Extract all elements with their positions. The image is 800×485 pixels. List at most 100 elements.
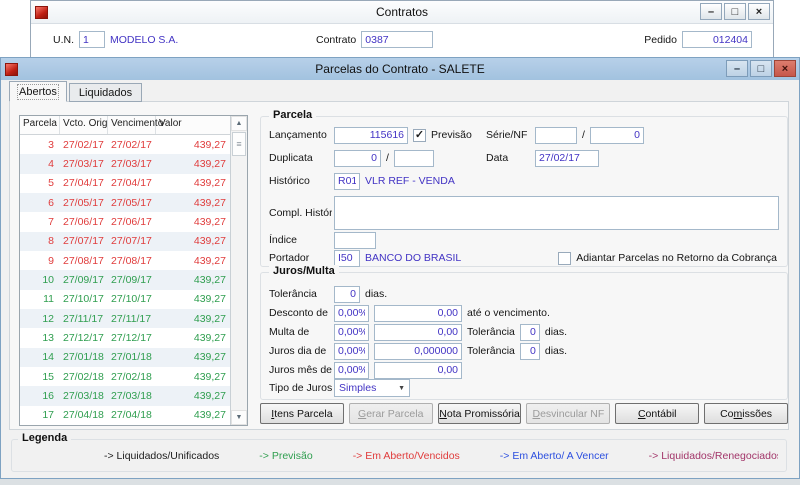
cell-vcto-orig: 27/09/17 (60, 274, 108, 286)
lancamento-input[interactable] (334, 127, 408, 144)
cell-vencimento: 27/06/17 (108, 216, 156, 228)
tipo-juros-select[interactable]: Simples ▼ (334, 379, 410, 397)
multa-tolerancia-input[interactable] (520, 324, 540, 341)
table-row[interactable]: 927/08/1727/08/17439,27 (20, 251, 230, 270)
column-header-3[interactable]: Valor (156, 116, 230, 134)
cell-valor: 439,27 (156, 216, 230, 228)
indice-input[interactable] (334, 232, 376, 249)
cell-parcela: 4 (20, 158, 60, 170)
scroll-down-icon[interactable]: ▼ (231, 410, 247, 425)
duplicata-input-2[interactable] (394, 150, 434, 167)
minimize-icon[interactable]: – (700, 3, 722, 20)
cell-parcela: 10 (20, 274, 60, 286)
table-row[interactable]: 627/05/1727/05/17439,27 (20, 193, 230, 212)
pedido-input[interactable] (682, 31, 752, 48)
multa-pct-input[interactable] (334, 324, 369, 341)
serie-nf-number-input[interactable] (590, 127, 644, 144)
tab-bar: Abertos Liquidados (9, 81, 144, 102)
app-icon (35, 6, 48, 19)
column-header-2[interactable]: Vencimento (108, 116, 156, 134)
scroll-thumb[interactable]: ≡ (232, 132, 246, 156)
contrato-input[interactable] (361, 31, 433, 48)
tab-label: Abertos (19, 86, 57, 98)
scrollbar[interactable]: ▲ ≡ ▼ (230, 116, 247, 425)
table-body: 327/02/1727/02/17439,27427/03/1727/03/17… (20, 135, 230, 425)
table-row[interactable]: 1427/01/1827/01/18439,27 (20, 348, 230, 367)
juros-dia-tolerancia-input[interactable] (520, 343, 540, 360)
itens-parcela-button[interactable]: Itens Parcela (260, 403, 344, 424)
nota-promissoria-button[interactable]: Nota Promissória (438, 403, 522, 424)
cell-vcto-orig: 27/08/17 (60, 255, 108, 267)
table-row[interactable]: 327/02/1727/02/17439,27 (20, 135, 230, 154)
gerar-parcela-button[interactable]: Gerar Parcela (349, 403, 433, 424)
close-icon[interactable]: × (748, 3, 770, 20)
close-icon[interactable]: × (774, 60, 796, 77)
table-row[interactable]: 1127/10/1727/10/17439,27 (20, 290, 230, 309)
cell-vcto-orig: 27/03/17 (60, 158, 108, 170)
scroll-track[interactable] (231, 157, 247, 410)
column-header-1[interactable]: Vcto. Orig (60, 116, 108, 134)
cell-valor: 439,27 (156, 313, 230, 325)
un-input[interactable] (79, 31, 105, 48)
juros-mes-pct-input[interactable] (334, 362, 369, 379)
cell-valor: 439,27 (156, 139, 230, 151)
cell-parcela: 3 (20, 139, 60, 151)
cell-vcto-orig: 27/07/17 (60, 235, 108, 247)
table-row[interactable]: 1527/02/1827/02/18439,27 (20, 367, 230, 386)
legend-item: -> Em Aberto/ A Vencer (500, 450, 609, 462)
parcelas-titlebar[interactable]: Parcelas do Contrato - SALETE – □ × (1, 58, 799, 80)
scroll-up-icon[interactable]: ▲ (231, 116, 247, 131)
contratos-titlebar[interactable]: Contratos – □ × (31, 1, 773, 24)
table-row[interactable]: 427/03/1727/03/17439,27 (20, 154, 230, 173)
table-row[interactable]: 527/04/1727/04/17439,27 (20, 174, 230, 193)
adiantar-checkbox[interactable] (558, 252, 571, 265)
cell-vencimento: 27/02/18 (108, 371, 156, 383)
table-row[interactable]: 1227/11/1727/11/17439,27 (20, 309, 230, 328)
historico-code-input[interactable] (334, 173, 360, 190)
table-row[interactable]: 1727/04/1827/04/18439,27 (20, 406, 230, 425)
cell-parcela: 5 (20, 177, 60, 189)
compl-historico-input[interactable] (334, 196, 779, 230)
maximize-icon[interactable]: □ (750, 60, 772, 77)
table-row[interactable]: 727/06/1727/06/17439,27 (20, 212, 230, 231)
cell-vcto-orig: 27/10/17 (60, 293, 108, 305)
legend-item: -> Em Aberto/Vencidos (353, 450, 460, 462)
juros-dia-tolerancia-label: Tolerância (467, 345, 515, 357)
previsao-checkbox[interactable]: ✓ (413, 129, 426, 142)
table-row[interactable]: 827/07/1727/07/17439,27 (20, 232, 230, 251)
table-row[interactable]: 1327/12/1727/12/17439,27 (20, 328, 230, 347)
tab-abertos[interactable]: Abertos (9, 81, 67, 102)
desconto-value-input[interactable] (374, 305, 462, 322)
tolerancia-suffix: dias. (365, 288, 387, 300)
desconto-pct-input[interactable] (334, 305, 369, 322)
juros-dia-value-input[interactable] (374, 343, 462, 360)
cell-vcto-orig: 27/12/17 (60, 332, 108, 344)
duplicata-input[interactable] (334, 150, 381, 167)
cell-vcto-orig: 27/04/18 (60, 409, 108, 421)
tolerancia-input[interactable] (334, 286, 360, 303)
parcelas-table: ParcelaVcto. OrigVencimentoValor 327/02/… (19, 115, 248, 426)
multa-value-input[interactable] (374, 324, 462, 341)
juros-mes-value-input[interactable] (374, 362, 462, 379)
desvincular-nf-button[interactable]: Desvincular NF (526, 403, 610, 424)
table-row[interactable]: 1627/03/1827/03/18439,27 (20, 386, 230, 405)
cell-valor: 439,27 (156, 235, 230, 247)
portador-code-input[interactable] (334, 250, 360, 267)
legend-item: -> Liquidados/Unificados (104, 450, 219, 462)
juros-dia-label: Juros dia de (269, 345, 332, 357)
contabil-button[interactable]: Contábil (615, 403, 699, 424)
cell-vencimento: 27/08/17 (108, 255, 156, 267)
table-row[interactable]: 1027/09/1727/09/17439,27 (20, 270, 230, 289)
cell-vcto-orig: 27/02/18 (60, 371, 108, 383)
maximize-icon[interactable]: □ (724, 3, 746, 20)
tab-liquidados[interactable]: Liquidados (69, 83, 142, 102)
serie-nf-input[interactable] (535, 127, 577, 144)
column-header-0[interactable]: Parcela (20, 116, 60, 134)
comissoes-button[interactable]: Comissões (704, 403, 788, 424)
cell-parcela: 17 (20, 409, 60, 421)
minimize-icon[interactable]: – (726, 60, 748, 77)
juros-dia-pct-input[interactable] (334, 343, 369, 360)
data-input[interactable] (535, 150, 599, 167)
cell-vencimento: 27/04/17 (108, 177, 156, 189)
juros-multa-group-title: Juros/Multa (269, 265, 339, 277)
